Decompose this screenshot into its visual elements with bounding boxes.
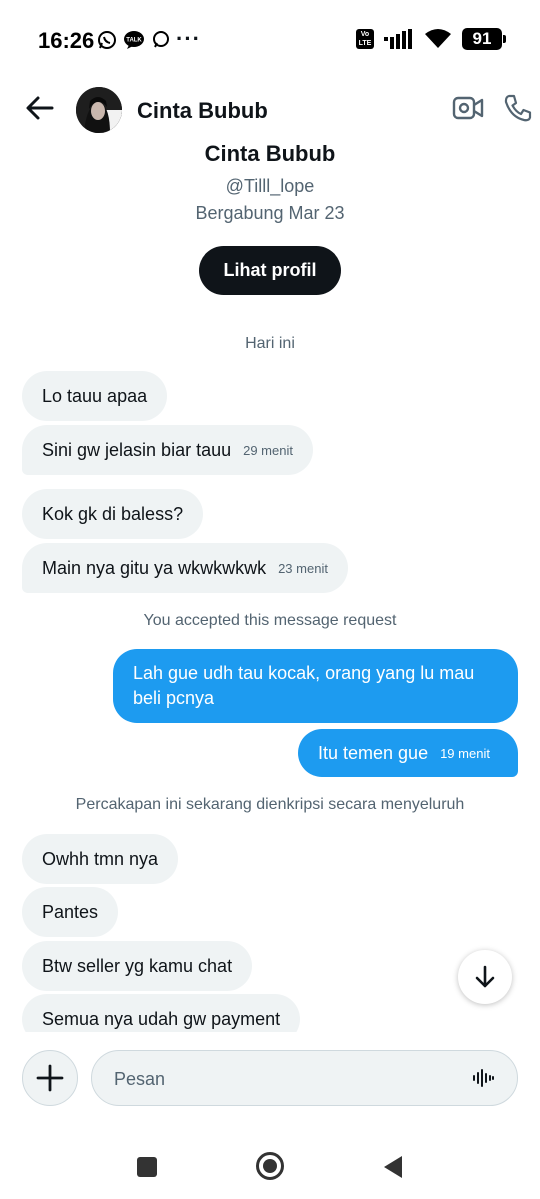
scroll-to-bottom-button[interactable] xyxy=(458,950,512,1004)
view-profile-button[interactable]: Lihat profil xyxy=(199,246,341,295)
home-dot-icon xyxy=(263,1159,277,1173)
volte-bottom: LTE xyxy=(358,40,372,47)
message-bubble-incoming[interactable]: Sini gw jelasin biar tauu 29 menit xyxy=(22,425,313,475)
signal-icon xyxy=(384,29,412,49)
message-text: Main nya gitu ya wkwkwkwk xyxy=(42,557,267,578)
video-camera-icon xyxy=(452,96,484,120)
phone-icon xyxy=(504,94,532,122)
encryption-note: Percakapan ini sekarang dienkripsi secar… xyxy=(75,796,465,813)
battery-icon: 91 xyxy=(462,28,506,50)
message-timestamp: 23 menit xyxy=(278,560,328,576)
accepted-request-note: You accepted this message request xyxy=(143,612,397,629)
volte-top: Vo xyxy=(360,31,370,38)
message-timestamp: 19 menit xyxy=(440,745,490,761)
talk-icon: TALK xyxy=(124,31,144,49)
voice-call-button[interactable] xyxy=(503,93,533,128)
message-text: Btw seller yg kamu chat xyxy=(42,955,233,976)
message-text: Kok gk di baless? xyxy=(42,503,184,524)
voice-wave-icon xyxy=(473,1069,494,1087)
conversation-header: Cinta Bubub xyxy=(0,80,540,145)
day-separator: Hari ini xyxy=(245,335,295,352)
message-text: Pantes xyxy=(42,901,99,922)
message-text: Owhh tmn nya xyxy=(42,848,159,869)
status-bar: 16:26 TALK ··· Vo LTE 91 xyxy=(0,0,540,80)
message-timestamp: 29 menit xyxy=(243,442,293,458)
system-icons: Vo LTE 91 xyxy=(356,28,506,50)
message-bubble-incoming[interactable]: Main nya gitu ya wkwkwkwk 23 menit xyxy=(22,543,348,593)
message-text: Sini gw jelasin biar tauu xyxy=(42,439,232,460)
avatar-image xyxy=(76,87,122,133)
message-bubble-incoming[interactable]: Btw seller yg kamu chat xyxy=(22,941,253,991)
back-button[interactable] xyxy=(24,92,56,124)
message-input[interactable] xyxy=(112,1051,456,1107)
message-text: Lah gue udh tau kocak, orang yang lu mau… xyxy=(133,663,475,708)
message-bubble-incoming[interactable]: Pantes xyxy=(22,887,119,937)
message-bubble-incoming[interactable]: Owhh tmn nya xyxy=(22,834,179,884)
voice-message-button[interactable] xyxy=(471,1066,495,1095)
avatar[interactable] xyxy=(76,87,122,133)
message-text: Lo tauu apaa xyxy=(42,385,148,406)
message-bubble-incoming[interactable]: Kok gk di baless? xyxy=(22,489,204,539)
system-back-button[interactable] xyxy=(382,1154,404,1185)
home-button[interactable] xyxy=(256,1152,284,1180)
notification-icons: TALK xyxy=(97,30,171,50)
more-notifications-icon: ··· xyxy=(176,26,201,51)
whatsapp-icon xyxy=(98,31,116,49)
profile-name-wrapper: Cinta Bubub xyxy=(0,145,540,167)
video-call-button[interactable] xyxy=(452,94,484,127)
triangle-back-icon xyxy=(384,1156,402,1178)
arrow-left-icon xyxy=(26,96,54,120)
arrow-down-icon xyxy=(475,965,495,988)
plus-icon xyxy=(36,1064,64,1092)
header-contact-name[interactable]: Cinta Bubub xyxy=(137,98,268,124)
profile-handle: @Tilll_lope xyxy=(225,176,315,196)
message-text: Semua nya udah gw payment xyxy=(42,1008,281,1029)
chat-bubble-icon xyxy=(153,31,169,48)
system-navigation-bar xyxy=(0,1130,540,1199)
message-text: Itu temen gue xyxy=(318,742,429,763)
talk-badge-text: TALK xyxy=(126,38,142,44)
wifi-icon xyxy=(425,29,451,48)
volte-icon: Vo LTE xyxy=(356,29,374,49)
message-bubble-incoming[interactable]: Lo tauu apaa xyxy=(22,371,168,421)
message-bubble-outgoing[interactable]: Lah gue udh tau kocak, orang yang lu mau… xyxy=(113,649,518,723)
add-attachment-button[interactable] xyxy=(22,1050,78,1106)
message-input-wrapper xyxy=(91,1050,518,1107)
status-time: 16:26 xyxy=(38,28,95,53)
message-composer xyxy=(0,1032,540,1122)
recents-button[interactable] xyxy=(137,1157,157,1177)
profile-name: Cinta Bubub xyxy=(204,145,336,166)
profile-joined-date: Bergabung Mar 23 xyxy=(195,203,345,223)
message-bubble-outgoing[interactable]: Itu temen gue 19 menit xyxy=(298,729,518,777)
